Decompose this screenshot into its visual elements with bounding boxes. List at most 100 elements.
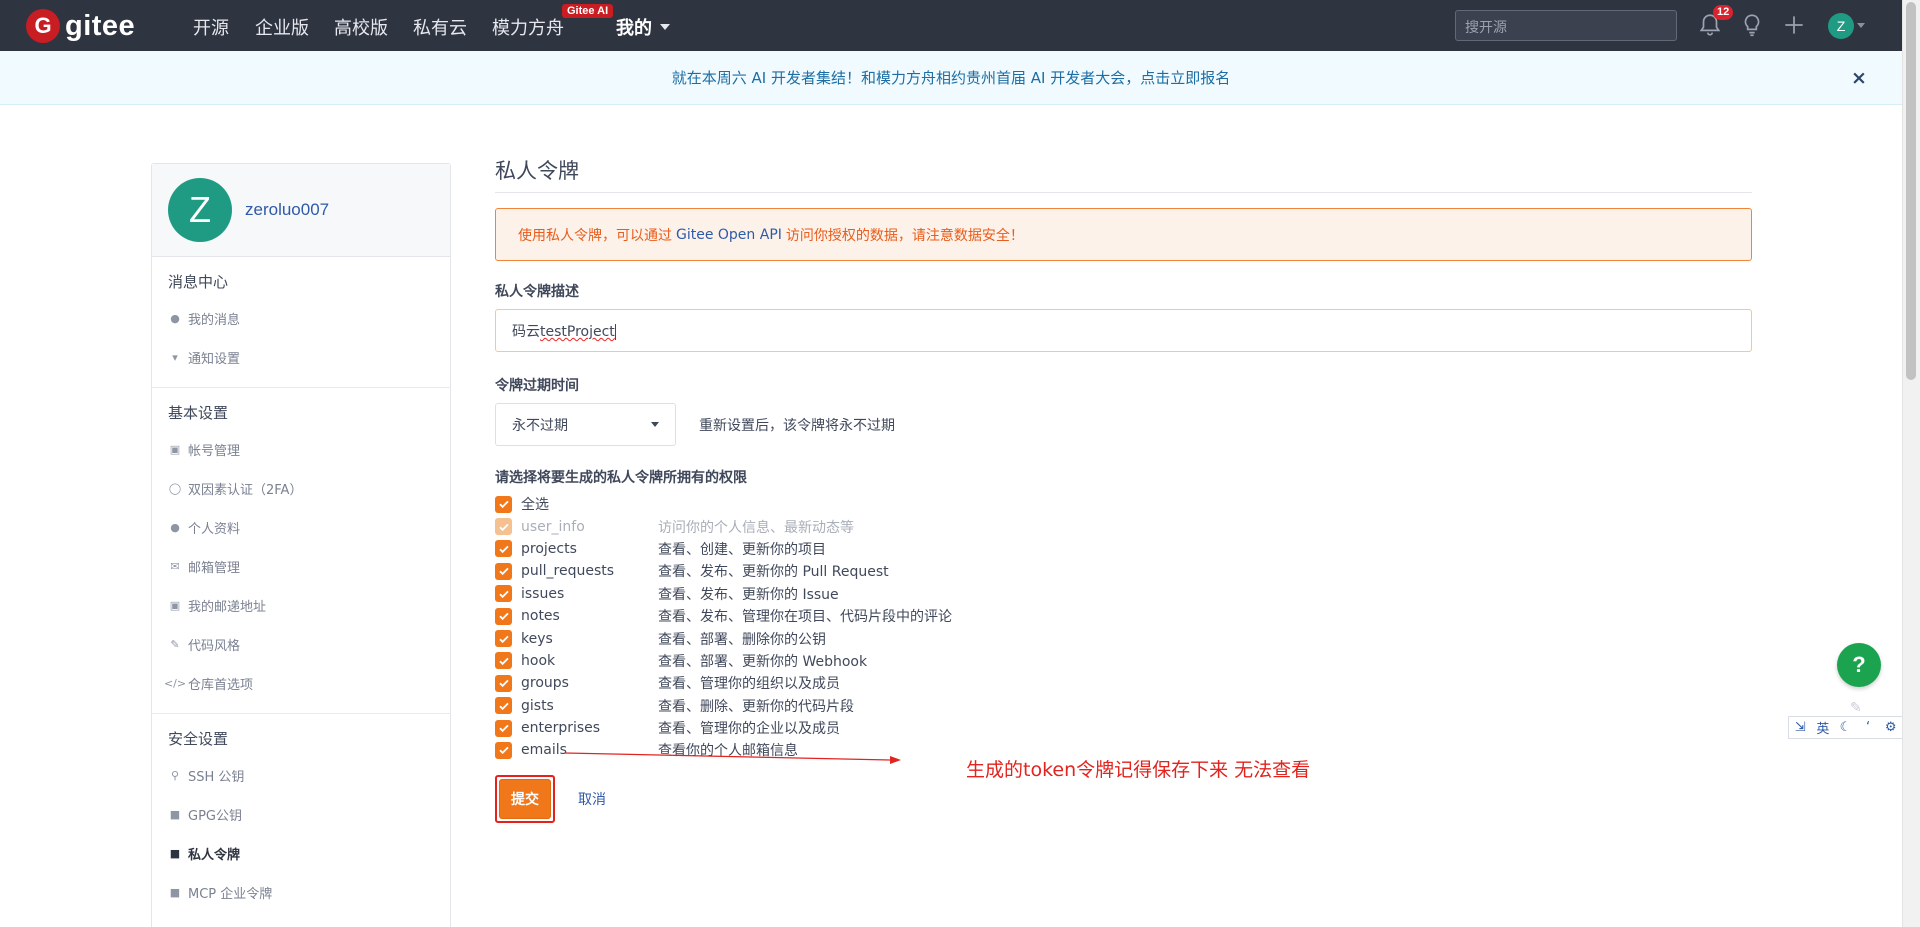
permission-row[interactable]: keys 查看、部署、删除你的公钥 (495, 627, 1752, 649)
close-icon[interactable]: × (1851, 68, 1867, 88)
permission-checkbox[interactable] (495, 741, 512, 759)
permission-row[interactable]: notes 查看、发布、管理你在项目、代码片段中的评论 (495, 605, 1752, 627)
select-all-label: 全选 (521, 497, 549, 514)
sidebar-item-ssh-keys[interactable]: ⚲ SSH 公钥 (152, 756, 450, 795)
permission-checkbox[interactable] (495, 562, 512, 580)
cancel-link[interactable]: 取消 (578, 789, 606, 809)
permission-row[interactable]: pull_requests 查看、发布、更新你的 Pull Request (495, 560, 1752, 582)
ime-toolbar: ⇲ 英 ☾ ‘ ⚙ (1788, 716, 1903, 739)
nav-item-enterprise[interactable]: 企业版 (255, 14, 309, 40)
permission-checkbox[interactable] (495, 697, 512, 715)
sidebar-item-code-style[interactable]: ✎ 代码风格 (152, 625, 450, 664)
nav-item-education[interactable]: 高校版 (334, 14, 388, 40)
permission-checkbox[interactable] (495, 719, 512, 737)
open-api-link[interactable]: Gitee Open API (676, 227, 782, 243)
megaphone-icon: ▾ (172, 351, 178, 364)
sidebar-item-repo-prefs[interactable]: </> 仓库首选项 (152, 664, 450, 703)
expiry-select-value: 永不过期 (512, 417, 568, 434)
check-icon (498, 635, 509, 643)
sidebar-item-mcp-tokens[interactable]: ■ MCP 企业令牌 (152, 873, 450, 912)
permission-row[interactable]: enterprises 查看、管理你的企业以及成员 (495, 717, 1752, 739)
ime-language[interactable]: 英 (1814, 718, 1832, 737)
ime-switch-icon[interactable]: ⇲ (1791, 720, 1809, 735)
sidebar-item-2fa[interactable]: ◯ 双因素认证（2FA） (152, 469, 450, 508)
sidebar-item-profile[interactable]: ● 个人资料 (152, 508, 450, 547)
expiry-select[interactable]: 永不过期 (495, 403, 676, 446)
key-icon: ⚲ (170, 769, 180, 782)
sidebar-item-email[interactable]: ✉ 邮箱管理 (152, 547, 450, 586)
bell-icon: ● (170, 312, 180, 325)
check-icon (498, 612, 509, 621)
notification-count-badge: 12 (1713, 5, 1734, 20)
user-icon: ● (170, 521, 180, 534)
expiry-note: 重新设置后，该令牌将永不过期 (699, 417, 895, 434)
sidebar-item-label: GPG公钥 (188, 809, 242, 824)
token-description-value-prefix: 码云 (512, 324, 540, 340)
username-link[interactable]: zeroluo007 (245, 200, 329, 220)
nav-item-moli-fangzhou[interactable]: 模力方舟 (492, 14, 564, 40)
avatar[interactable]: Z (168, 178, 232, 242)
sidebar-item-notify-settings[interactable]: ▾ 通知设置 (152, 338, 450, 377)
id-card-icon: ▣ (169, 443, 181, 456)
permission-description: 查看、管理你的企业以及成员 (658, 721, 840, 738)
permission-checkbox[interactable] (495, 630, 512, 648)
plus-icon[interactable] (1781, 12, 1807, 38)
permission-name: groups (521, 675, 569, 692)
search-input[interactable]: 搜开源 (1455, 10, 1677, 41)
token-description-input[interactable]: 码云testProject (495, 309, 1752, 352)
permission-name: notes (521, 608, 560, 625)
gear-icon[interactable]: ⚙ (1882, 720, 1900, 735)
help-button[interactable]: ? (1837, 643, 1881, 687)
permission-row[interactable]: groups 查看、管理你的组织以及成员 (495, 672, 1752, 694)
edit-icon[interactable]: ✎ (1850, 700, 1868, 716)
permission-checkbox[interactable] (495, 585, 512, 603)
permission-row[interactable]: projects 查看、创建、更新你的项目 (495, 538, 1752, 560)
security-warning: 使用私人令牌，可以通过 Gitee Open API 访问你授权的数据，请注意数… (495, 208, 1752, 261)
sidebar-item-label: 邮箱管理 (188, 561, 241, 576)
top-navbar: G gitee 开源 企业版 高校版 私有云 模力方舟 Gitee AI 我的 … (0, 0, 1902, 51)
nav-item-open-source[interactable]: 开源 (193, 14, 229, 40)
permission-row[interactable]: issues 查看、发布、更新你的 Issue (495, 583, 1752, 605)
gitee-ai-badge[interactable]: Gitee AI (562, 4, 614, 18)
chevron-down-icon[interactable] (1857, 23, 1865, 28)
sidebar-item-my-messages[interactable]: ● 我的消息 (152, 299, 450, 338)
nav-item-mine[interactable]: 我的 (616, 14, 670, 40)
permission-description: 查看、发布、更新你的 Pull Request (658, 564, 889, 581)
permission-checkbox[interactable] (495, 607, 512, 625)
bulb-icon[interactable] (1739, 12, 1765, 38)
moon-icon[interactable]: ☾ (1836, 720, 1854, 735)
nav-mine-label: 我的 (616, 18, 652, 39)
permission-name: projects (521, 540, 577, 557)
permission-row[interactable]: hook 查看、部署、更新你的 Webhook (495, 650, 1752, 672)
sidebar-item-private-tokens[interactable]: ■ 私人令牌 (152, 834, 450, 873)
permission-checkbox[interactable] (495, 540, 512, 558)
permission-description: 查看、发布、更新你的 Issue (658, 586, 839, 603)
sidebar-item-label: 仓库首选项 (188, 678, 254, 693)
check-icon (498, 523, 509, 531)
sidebar-item-address[interactable]: ▣ 我的邮递地址 (152, 586, 450, 625)
sidebar-item-gpg-keys[interactable]: ■ GPG公钥 (152, 795, 450, 834)
permission-row[interactable]: gists 查看、删除、更新你的代码片段 (495, 695, 1752, 717)
nav-item-private-cloud[interactable]: 私有云 (413, 14, 467, 40)
scrollbar-thumb[interactable] (1906, 2, 1916, 380)
gitee-logo[interactable]: G gitee (26, 9, 135, 43)
permissions-list: 全选 user_info 访问你的个人信息、最新动态等 projects 查看、创建、… (495, 493, 1752, 762)
user-avatar[interactable]: Z (1828, 13, 1854, 39)
select-all-row[interactable]: 全选 (495, 493, 1752, 515)
permission-checkbox[interactable] (495, 652, 512, 670)
sidebar-item-account[interactable]: ▣ 帐号管理 (152, 430, 450, 469)
select-all-checkbox[interactable] (495, 495, 512, 513)
token-description-label: 私人令牌描述 (495, 284, 579, 300)
announcement-banner[interactable]: 就在本周六 AI 开发者集结！和模力方舟相约贵州首届 AI 开发者大会，点击立即… (0, 51, 1902, 105)
sidebar-item-label: 代码风格 (188, 639, 241, 654)
submit-highlight: 提交 (495, 774, 555, 823)
code-icon: </> (163, 677, 187, 690)
check-icon (498, 680, 509, 688)
submit-button[interactable]: 提交 (499, 778, 551, 819)
announcement-text[interactable]: 就在本周六 AI 开发者集结！和模力方舟相约贵州首届 AI 开发者大会，点击立即… (672, 67, 1230, 88)
permission-checkbox[interactable] (495, 674, 512, 692)
token-icon: ■ (169, 847, 181, 860)
expiry-label: 令牌过期时间 (495, 378, 579, 394)
punctuation-icon[interactable]: ‘ (1859, 720, 1877, 735)
check-icon (498, 724, 509, 733)
